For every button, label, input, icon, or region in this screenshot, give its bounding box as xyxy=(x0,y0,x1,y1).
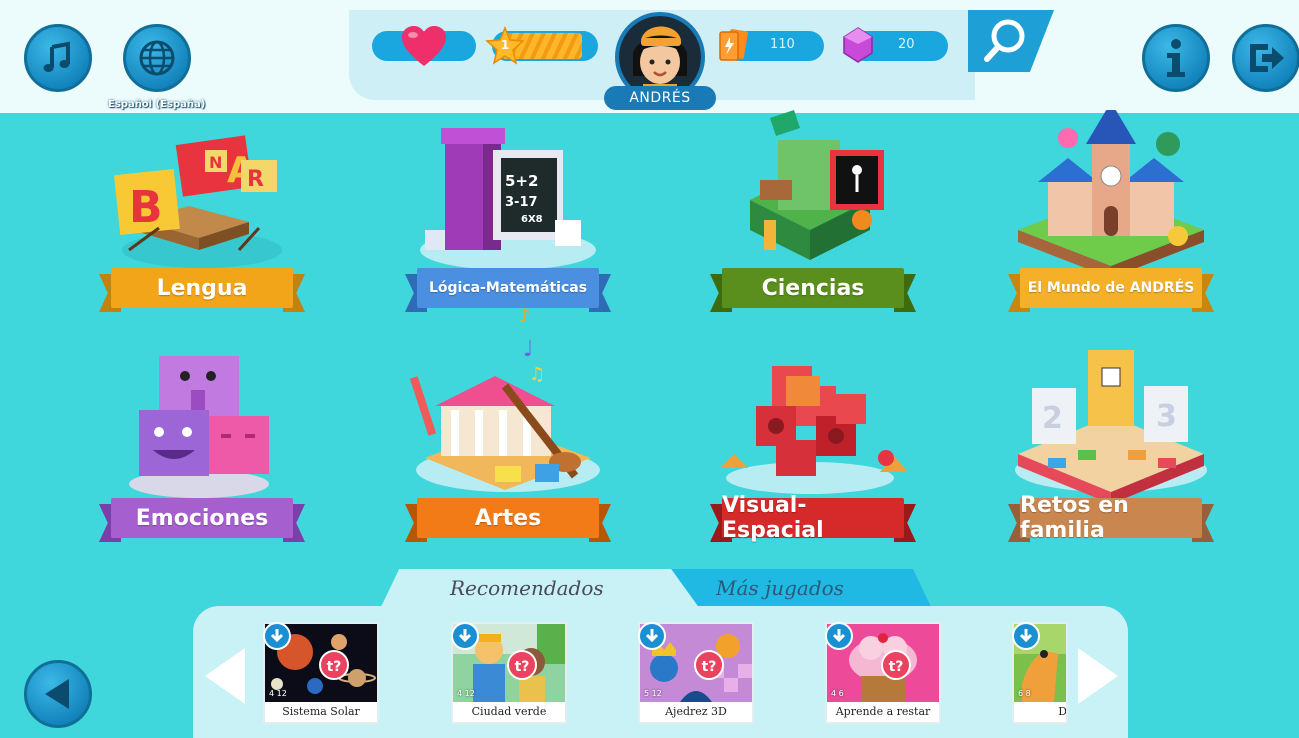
game-ages: 4 12 xyxy=(269,689,287,698)
svg-text:6X8: 6X8 xyxy=(521,214,543,225)
svg-text:2: 2 xyxy=(1042,401,1063,436)
back-arrow-icon xyxy=(45,679,69,709)
download-icon[interactable] xyxy=(638,622,666,650)
tq-badge: t? xyxy=(319,650,349,680)
download-icon[interactable] xyxy=(825,622,853,650)
tab-most-played-label: Más jugados xyxy=(716,576,844,600)
category-label: Lengua xyxy=(111,268,293,308)
music-notes-decoration: ♪ ♩ ♫ xyxy=(519,306,545,385)
info-icon xyxy=(1167,39,1185,77)
svg-text:3: 3 xyxy=(1156,399,1177,434)
category-label: Retos en familia xyxy=(1020,493,1202,543)
category-label: Visual-Espacial xyxy=(722,493,904,543)
svg-text:B: B xyxy=(129,182,163,233)
svg-text:N: N xyxy=(209,153,222,172)
info-button[interactable] xyxy=(1142,24,1210,92)
category-banner: Lengua xyxy=(99,268,305,312)
game-ages: 4 12 xyxy=(457,689,475,698)
category-label: Artes xyxy=(417,498,599,538)
category-banner: Retos en familia xyxy=(1008,493,1214,543)
game-ages: 5 12 xyxy=(644,689,662,698)
download-icon[interactable] xyxy=(451,622,479,650)
logout-button[interactable] xyxy=(1232,24,1299,92)
cards-count: 110 xyxy=(770,37,795,52)
game-title: Ajedrez 3D xyxy=(665,705,727,718)
tq-badge: t? xyxy=(694,650,724,680)
game-title: Sistema Solar xyxy=(282,705,360,718)
category-lengua[interactable]: A B R N Lengua xyxy=(99,110,305,340)
svg-text:♩: ♩ xyxy=(523,337,533,362)
language-label: Español (España) xyxy=(108,99,206,110)
category-banner: El Mundo de ANDRÉS xyxy=(1008,268,1214,312)
svg-text:♫: ♫ xyxy=(529,364,545,385)
category-emociones[interactable]: Emociones xyxy=(99,346,305,576)
category-retos-en-familia[interactable]: 2 3 Retos en familia xyxy=(1008,346,1214,576)
category-banner: Visual-Espacial xyxy=(710,493,916,543)
game-ages: 4 6 xyxy=(831,689,844,698)
category-banner: Ciencias xyxy=(710,268,916,312)
back-button[interactable] xyxy=(24,660,92,728)
language-button[interactable] xyxy=(123,24,191,92)
user-name-badge: ANDRÉS xyxy=(604,86,716,110)
tq-badge: t? xyxy=(507,650,537,680)
category-artes[interactable]: Artes xyxy=(405,346,611,576)
category-el-mundo[interactable]: El Mundo de ANDRÉS xyxy=(1008,110,1214,340)
gem-icon xyxy=(843,27,873,63)
category-label: Lógica-Matemáticas xyxy=(417,268,599,308)
gems-count: 20 xyxy=(898,37,915,52)
globe-icon xyxy=(139,40,175,76)
category-ciencias[interactable]: Ciencias xyxy=(710,110,916,340)
tq-badge: t? xyxy=(881,650,911,680)
category-banner: Artes xyxy=(405,498,611,542)
game-title: Aprende a restar xyxy=(835,705,931,718)
svg-text:3-17: 3-17 xyxy=(505,195,538,210)
category-banner: Emociones xyxy=(99,498,305,542)
svg-text:♪: ♪ xyxy=(519,306,531,327)
logout-icon xyxy=(1250,44,1284,72)
cards-icon xyxy=(719,28,748,61)
download-icon[interactable] xyxy=(263,622,291,650)
search-icon xyxy=(984,19,1025,62)
category-label: Ciencias xyxy=(722,268,904,308)
category-label: Emociones xyxy=(111,498,293,538)
category-label: El Mundo de ANDRÉS xyxy=(1020,268,1202,308)
level-number: 1 xyxy=(500,38,510,52)
svg-text:5+2: 5+2 xyxy=(505,172,538,190)
download-icon[interactable] xyxy=(1012,622,1040,650)
game-ages: 6 8 xyxy=(1018,689,1031,698)
category-logica-matematicas[interactable]: 5+2 3-17 6X8 Lógica-Matemáticas xyxy=(405,110,611,340)
heart-icon xyxy=(402,26,446,66)
category-visual-espacial[interactable]: Visual-Espacial xyxy=(710,346,916,576)
music-note-icon xyxy=(43,41,70,72)
tab-recommended-label: Recomendados xyxy=(450,576,604,600)
svg-text:R: R xyxy=(247,167,264,192)
music-button[interactable] xyxy=(24,24,92,92)
game-title: Din xyxy=(1058,705,1068,718)
game-title: Ciudad verde xyxy=(471,705,547,718)
category-banner: Lógica-Matemáticas xyxy=(405,268,611,312)
